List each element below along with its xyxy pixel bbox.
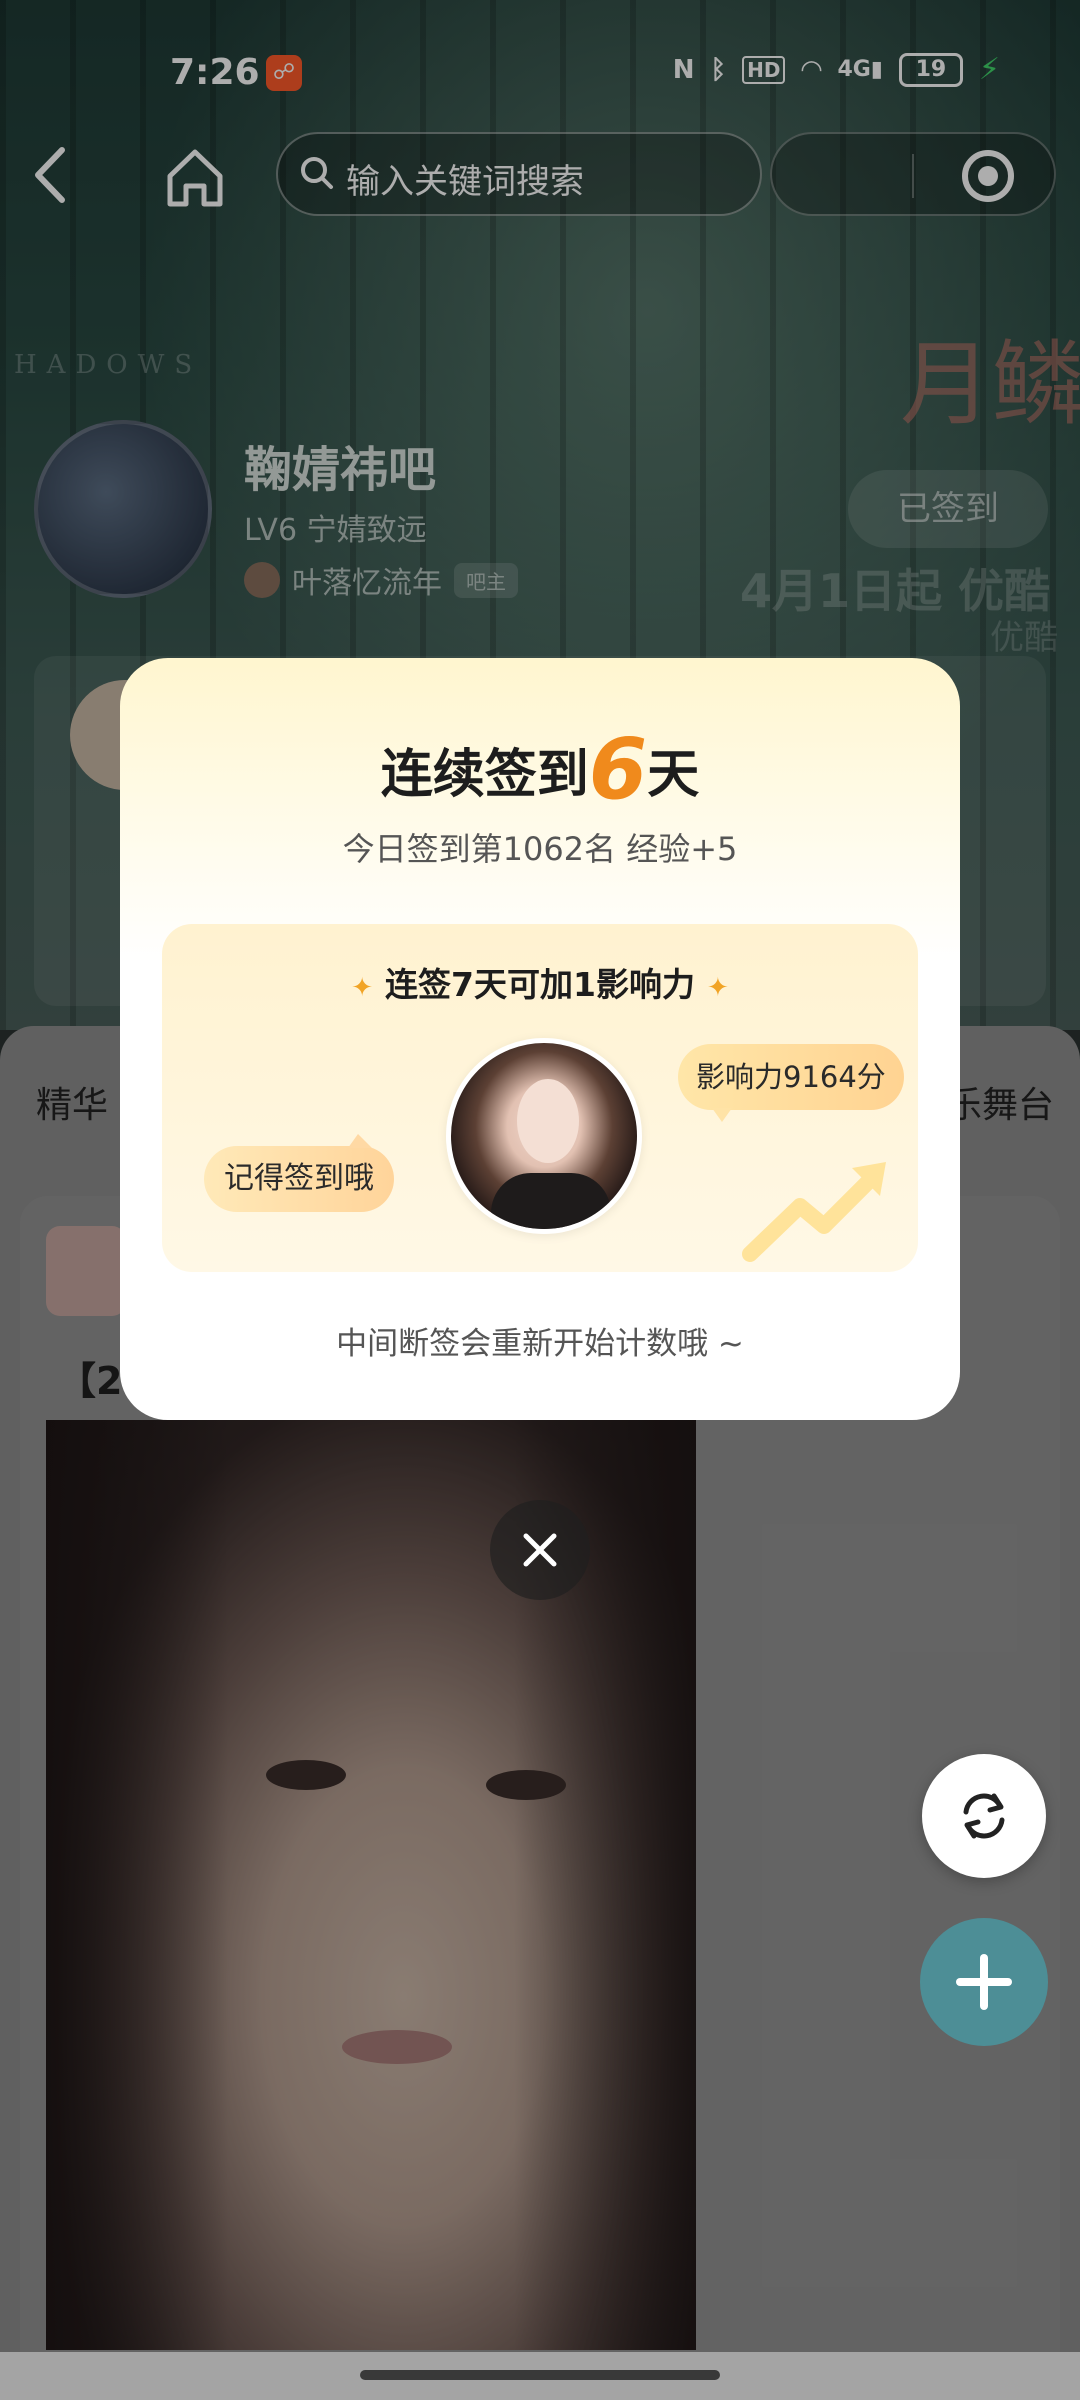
close-modal-button[interactable] xyxy=(490,1500,590,1600)
reminder-bubble: 记得签到哦 xyxy=(204,1134,394,1212)
refresh-icon xyxy=(963,1793,1005,1839)
plus-icon xyxy=(956,1954,1012,2010)
bonus-header-text: 连签7天可加1影响力 xyxy=(385,965,695,1004)
refresh-button[interactable] xyxy=(922,1754,1046,1878)
checkin-success-modal: 连续签到6天 今日签到第1062名 经验+5 ✦ 连签7天可加1影响力 ✦ 记得签到… xyxy=(120,658,960,1420)
streak-suffix: 天 xyxy=(647,745,700,805)
sparkle-icon: ✦ xyxy=(706,973,729,1003)
sparkle-icon: ✦ xyxy=(351,973,374,1003)
streak-title: 连续签到6天 xyxy=(120,720,960,818)
bonus-header: ✦ 连签7天可加1影响力 ✦ xyxy=(162,958,918,1006)
streak-prefix: 连续签到 xyxy=(380,745,589,805)
user-avatar xyxy=(446,1038,642,1234)
add-post-button[interactable] xyxy=(920,1918,1048,2046)
bonus-panel: ✦ 连签7天可加1影响力 ✦ 记得签到哦 影响力9164分 xyxy=(162,924,918,1272)
trend-up-icon xyxy=(742,1162,886,1262)
influence-bubble: 影响力9164分 xyxy=(678,1044,904,1122)
avatar-face xyxy=(517,1079,579,1163)
close-icon xyxy=(523,1533,557,1567)
avatar-body xyxy=(491,1173,611,1229)
streak-reset-note: 中间断签会重新开始计数哦 ~ xyxy=(336,1326,744,1362)
checkin-rank: 今日签到第1062名 经验+5 xyxy=(342,830,738,868)
streak-days: 6 xyxy=(588,720,648,818)
